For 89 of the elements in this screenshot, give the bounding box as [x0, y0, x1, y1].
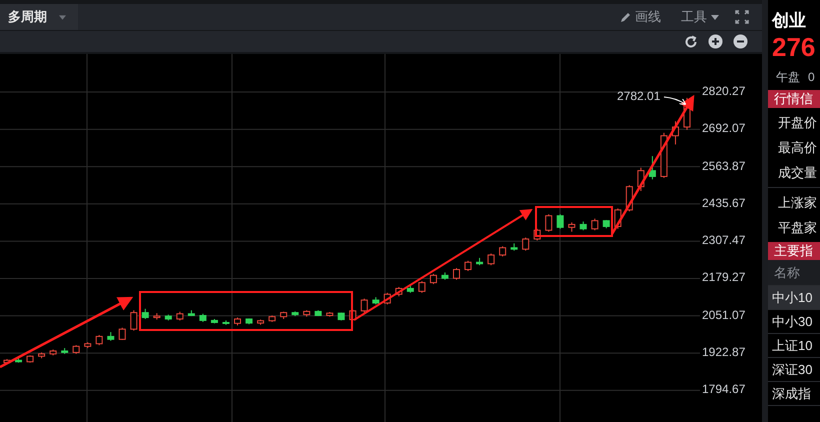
candlestick [314, 310, 322, 317]
candlestick [257, 319, 264, 326]
candlestick [38, 352, 46, 359]
candlestick [488, 253, 495, 266]
tools-menu[interactable]: 工具 [681, 7, 719, 27]
info-label: 上涨家 [777, 194, 818, 212]
info-label: 开盘价 [777, 114, 818, 132]
fullscreen-icon[interactable] [735, 10, 749, 24]
candlestick [602, 220, 610, 229]
section-header[interactable]: 主要指 [768, 242, 820, 260]
zoom-in-icon[interactable] [708, 34, 723, 49]
candlestick [522, 237, 530, 252]
caret-icon [711, 14, 719, 20]
candlestick [510, 242, 518, 252]
candlestick [395, 286, 402, 297]
candlestick [303, 310, 310, 318]
candlestick [637, 167, 644, 192]
caret-icon [59, 14, 66, 20]
candlestick [292, 310, 299, 317]
candlestick [568, 222, 576, 232]
candlestick [164, 314, 172, 321]
candlestick [430, 273, 437, 285]
axis-label: 1922.87 [702, 346, 746, 358]
candlestick [476, 257, 484, 266]
candlestick [72, 344, 80, 354]
candlestick [176, 311, 184, 321]
candlestick [556, 214, 564, 230]
candlestick [246, 318, 253, 325]
axis-label: 2435.67 [702, 196, 746, 209]
candlestick [384, 292, 391, 305]
candlestick [338, 312, 345, 321]
candlestick [545, 214, 552, 232]
candlestick [360, 298, 368, 314]
candlestick [222, 320, 230, 326]
draw-button[interactable]: 画线 [620, 7, 661, 27]
candlestick [672, 120, 679, 145]
pointer-arrow [664, 96, 686, 106]
candlestick [648, 156, 656, 180]
candlestick [464, 260, 472, 272]
candlestick [107, 332, 114, 342]
candlestick [280, 311, 288, 320]
candlestick [499, 246, 506, 257]
candlestick [142, 308, 149, 320]
pencil-icon [620, 12, 631, 22]
candlestick [50, 349, 57, 356]
change-value: 0 [808, 69, 815, 86]
candlestick [96, 334, 103, 346]
candlestick [26, 354, 34, 364]
candlestick [130, 310, 138, 332]
axis-label: 2307.47 [702, 234, 746, 246]
axis-label: 2820.27 [702, 85, 746, 98]
axis-label: 2563.87 [702, 160, 746, 172]
candlestick [84, 342, 92, 349]
index-price: 276 [771, 34, 816, 64]
column-header: 名称 [768, 260, 820, 286]
candlestick [188, 310, 195, 317]
section-header[interactable]: 行情信 [768, 90, 820, 108]
info-label: 最高价 [777, 139, 818, 157]
axis-label: 2051.07 [702, 308, 746, 321]
axis-label: 1794.67 [702, 383, 746, 396]
candlestick [153, 312, 160, 320]
candlestick [418, 280, 426, 294]
info-label: 平盘家 [777, 219, 818, 237]
candlestick [591, 218, 598, 231]
candlestick [61, 348, 68, 354]
candlestick [15, 356, 22, 364]
candlestick [372, 296, 380, 305]
candlestick [453, 268, 460, 280]
session-label: 午盘 [776, 69, 800, 86]
candlestick [118, 327, 126, 340]
candlestick [534, 228, 541, 241]
axis-label: 2179.27 [702, 271, 746, 284]
candlestick [4, 358, 10, 365]
table-row[interactable]: 中小10 [768, 286, 820, 310]
candlestick [660, 132, 668, 178]
candlestick [199, 313, 206, 322]
candlestick [441, 272, 448, 280]
candlestick [210, 318, 218, 324]
candlestick [268, 315, 276, 322]
axis-label: 2692.07 [702, 122, 746, 134]
candlestick [326, 312, 334, 318]
candlestick [234, 317, 241, 326]
index-title: 创业 [770, 10, 807, 32]
info-label: 成交量 [777, 164, 818, 182]
refresh-icon[interactable] [684, 34, 698, 48]
candlestick [580, 221, 587, 231]
zoom-out-icon[interactable] [733, 34, 748, 49]
price-label: 2782.01 [617, 90, 660, 102]
candlestick [406, 284, 414, 294]
